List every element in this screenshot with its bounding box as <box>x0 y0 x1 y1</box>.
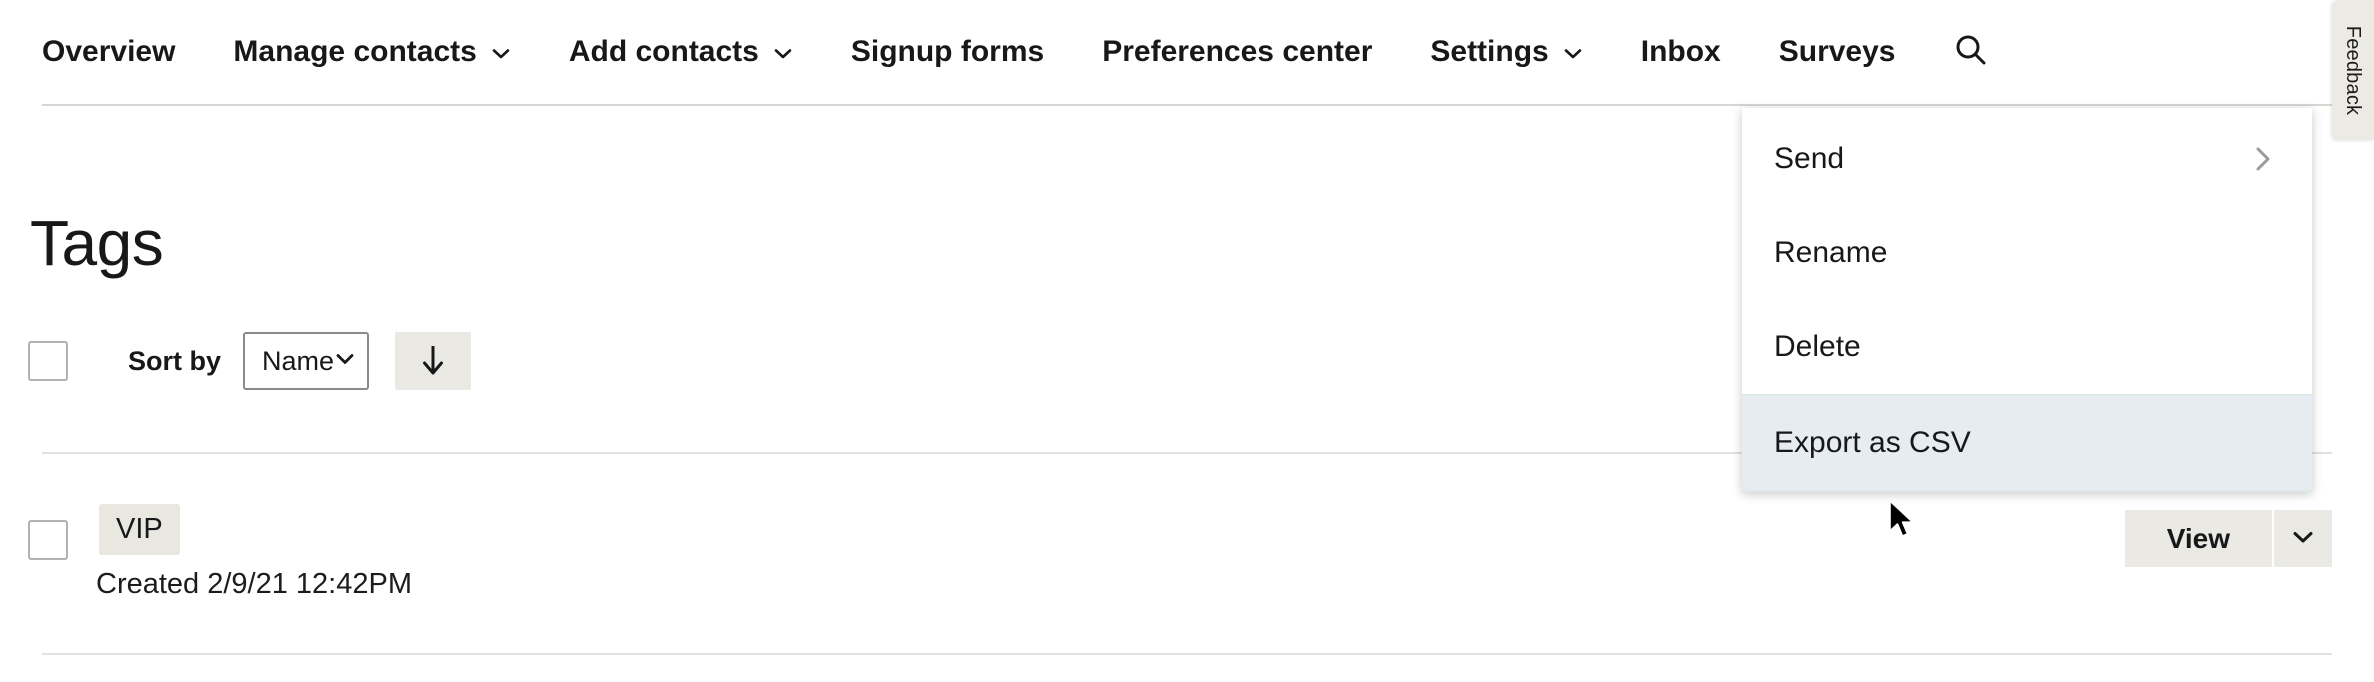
table-row: VIP Created 2/9/21 12:42PM View <box>28 490 2332 630</box>
nav-item-inbox[interactable]: Inbox <box>1641 37 1721 67</box>
sort-field-select[interactable]: Name <box>243 332 370 390</box>
chevron-down-icon <box>491 44 511 64</box>
nav-item-label: Add contacts <box>568 35 759 68</box>
nav-item-label: Settings <box>1430 35 1549 68</box>
list-toolbar: Sort by Name <box>28 332 472 390</box>
row-actions: View <box>2124 510 2332 567</box>
menu-item-label: Send <box>1774 142 1845 175</box>
nav-item-label: Preferences center <box>1102 35 1373 68</box>
page-title: Tags <box>30 206 164 279</box>
tag-name-chip: VIP <box>99 504 180 556</box>
sort-field-value: Name <box>262 345 335 376</box>
nav-item-manage-contacts[interactable]: Manage contacts <box>233 37 510 67</box>
chevron-down-icon <box>773 44 793 64</box>
nav-item-label: Overview <box>42 35 176 68</box>
nav-item-label: Signup forms <box>850 35 1045 68</box>
chevron-down-icon <box>334 348 356 375</box>
row-checkbox[interactable] <box>28 520 68 560</box>
menu-item-label: Delete <box>1774 330 1861 363</box>
view-button[interactable]: View <box>2124 510 2272 567</box>
chevron-down-icon <box>2290 524 2316 553</box>
sort-by-label: Sort by <box>128 345 222 376</box>
nav-item-label: Manage contacts <box>233 35 477 68</box>
feedback-tab-label: Feedback <box>2342 25 2365 115</box>
nav-item-preferences-center[interactable]: Preferences center <box>1102 37 1372 67</box>
search-icon <box>1953 32 1989 73</box>
chevron-down-icon <box>1563 44 1583 64</box>
view-menu-toggle-button[interactable] <box>2272 510 2332 567</box>
list-divider-bottom <box>42 653 2332 655</box>
menu-item-rename[interactable]: Rename <box>1742 206 2312 300</box>
menu-item-send[interactable]: Send <box>1742 112 2312 206</box>
sort-direction-button[interactable] <box>395 332 472 390</box>
feedback-tab[interactable]: Feedback <box>2332 0 2374 140</box>
menu-item-delete[interactable]: Delete <box>1742 300 2312 394</box>
top-navigation-bar: Overview Manage contacts Add contacts Si… <box>0 0 2374 106</box>
row-actions-dropdown-menu: Send Rename Delete Export as CSV <box>1742 108 2312 492</box>
chevron-right-icon <box>2252 143 2274 175</box>
nav-item-label: Inbox <box>1640 35 1721 68</box>
nav-item-signup-forms[interactable]: Signup forms <box>851 37 1044 67</box>
search-button[interactable] <box>1953 32 1989 73</box>
nav-item-label: Surveys <box>1778 35 1896 68</box>
nav-item-surveys[interactable]: Surveys <box>1779 37 1896 67</box>
nav-bottom-border <box>42 104 2332 106</box>
tag-created-timestamp: Created 2/9/21 12:42PM <box>96 568 412 600</box>
nav-items-container: Overview Manage contacts Add contacts Si… <box>42 0 2332 104</box>
nav-item-add-contacts[interactable]: Add contacts <box>569 37 793 67</box>
nav-item-settings[interactable]: Settings <box>1430 37 1582 67</box>
select-all-checkbox[interactable] <box>28 341 68 381</box>
menu-item-label: Export as CSV <box>1774 426 1971 459</box>
arrow-down-icon <box>419 343 447 380</box>
menu-item-label: Rename <box>1774 236 1888 269</box>
menu-item-export-as-csv[interactable]: Export as CSV <box>1742 394 2312 492</box>
nav-item-overview[interactable]: Overview <box>42 37 175 67</box>
